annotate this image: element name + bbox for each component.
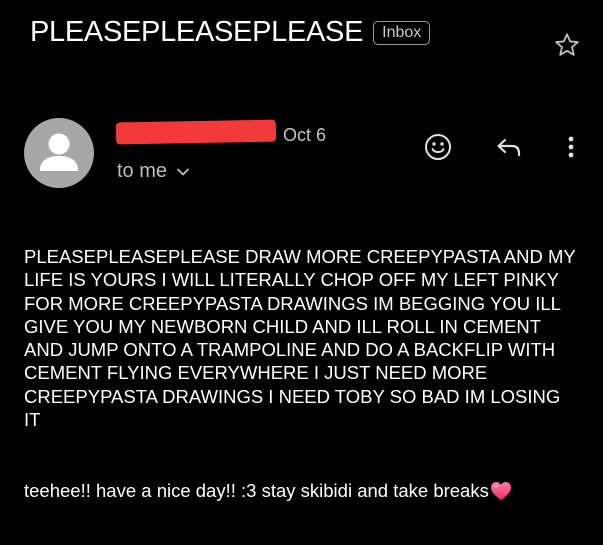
subject-row: PLEASEPLEASEPLEASE Inbox: [30, 14, 431, 50]
heart-icon: [490, 481, 512, 501]
person-icon: [40, 133, 78, 171]
chevron-down-icon: [176, 167, 190, 177]
more-vert-icon: [568, 136, 574, 158]
recipient-details-toggle[interactable]: to me: [117, 159, 190, 183]
sender-name-redacted: [115, 119, 277, 145]
star-icon: [555, 33, 579, 56]
reply-button[interactable]: [491, 129, 527, 165]
email-date: Oct 6: [283, 125, 327, 145]
inbox-label-badge[interactable]: Inbox: [373, 21, 431, 45]
sender-avatar[interactable]: [24, 118, 94, 188]
add-reaction-button[interactable]: [420, 129, 456, 165]
star-button[interactable]: [551, 29, 583, 61]
email-subject: PLEASEPLEASEPLEASE: [30, 16, 364, 48]
email-body: PLEASEPLEASEPLEASE DRAW MORE CREEPYPASTA…: [24, 246, 576, 431]
recipient-label: to me: [117, 160, 168, 182]
email-closing: teehee!! have a nice day!! :3 stay skibi…: [24, 478, 596, 504]
reply-icon: [497, 138, 521, 157]
more-options-button[interactable]: [553, 129, 589, 165]
closing-text: teehee!! have a nice day!! :3 stay skibi…: [24, 480, 489, 501]
smiley-icon: [425, 134, 451, 160]
